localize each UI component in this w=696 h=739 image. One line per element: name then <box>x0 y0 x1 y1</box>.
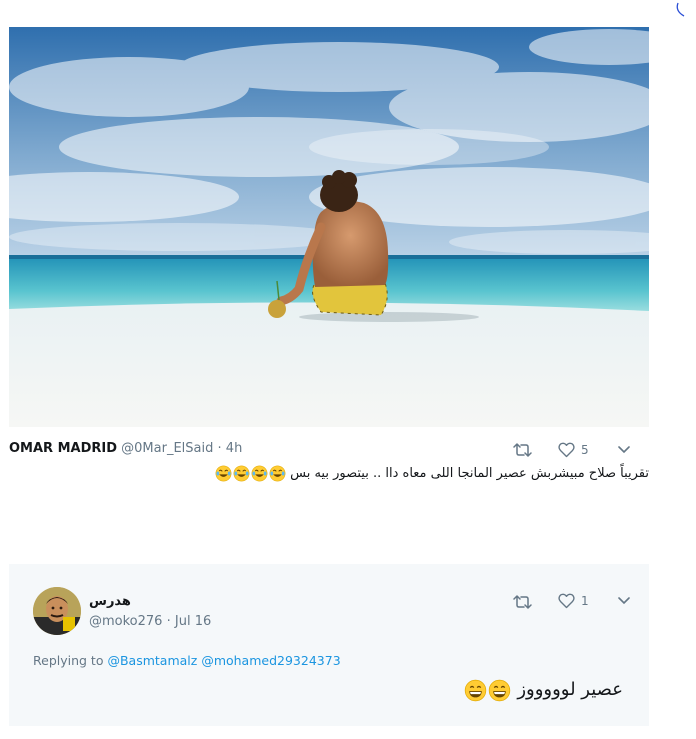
joy-emoji <box>251 465 267 482</box>
grin-emoji <box>464 679 487 701</box>
reply-meta: @moko276 · Jul 16 <box>89 614 211 629</box>
like-count: 5 <box>581 443 589 457</box>
reply-retweet-button[interactable] <box>513 595 532 609</box>
joy-emoji <box>269 465 285 482</box>
reply-like-count: 1 <box>581 594 589 608</box>
tweet-text: تقريباً صلاح مبيشربش عصير المانجا اللى م… <box>49 464 649 484</box>
joy-emoji <box>215 465 231 482</box>
author-name[interactable]: OMAR MADRID <box>9 441 117 456</box>
replying-to-label: Replying to <box>33 653 104 668</box>
retweet-icon <box>513 443 532 457</box>
joy-emoji <box>233 465 249 482</box>
like-button[interactable]: 5 <box>558 442 589 458</box>
mention-link[interactable]: @mohamed29324373 <box>201 653 340 668</box>
heart-icon <box>558 593 575 609</box>
separator-dot: · <box>166 614 171 629</box>
tweet-time[interactable]: 4h <box>226 441 243 456</box>
separator-dot: · <box>217 441 222 456</box>
mention-link[interactable]: @Basmtamalz <box>107 653 197 668</box>
chevron-down-icon <box>618 597 630 605</box>
reply-date[interactable]: Jul 16 <box>175 614 211 629</box>
reply-like-button[interactable]: 1 <box>558 593 589 609</box>
reply-more-menu-button[interactable] <box>618 596 630 606</box>
heart-icon <box>558 442 575 458</box>
reply-tweet[interactable]: هدرس @moko276 · Jul 16 1 Replying to @Ba… <box>9 564 649 726</box>
more-menu-button[interactable] <box>618 445 630 455</box>
tweet-header: OMAR MADRID @0Mar_ElSaid · 4h <box>9 440 242 458</box>
reply-handle[interactable]: @moko276 <box>89 614 162 629</box>
retweet-icon <box>513 595 532 609</box>
replying-to: Replying to @Basmtamalz @mohamed29324373 <box>33 653 341 668</box>
tweet-text-body: تقريباً صلاح مبيشربش عصير المانجا اللى م… <box>290 466 649 481</box>
author-handle[interactable]: @0Mar_ElSaid <box>121 441 213 456</box>
reply-text: عصير لوووووز <box>464 676 623 704</box>
retweet-button[interactable] <box>513 443 532 457</box>
grin-emoji <box>488 679 511 701</box>
reply-text-body: عصير لوووووز <box>517 679 623 700</box>
tweet-photo[interactable] <box>9 27 649 427</box>
reply-author-name[interactable]: هدرس <box>89 594 131 609</box>
avatar[interactable] <box>33 587 81 635</box>
corner-mark <box>676 2 685 17</box>
chevron-down-icon <box>618 446 630 454</box>
